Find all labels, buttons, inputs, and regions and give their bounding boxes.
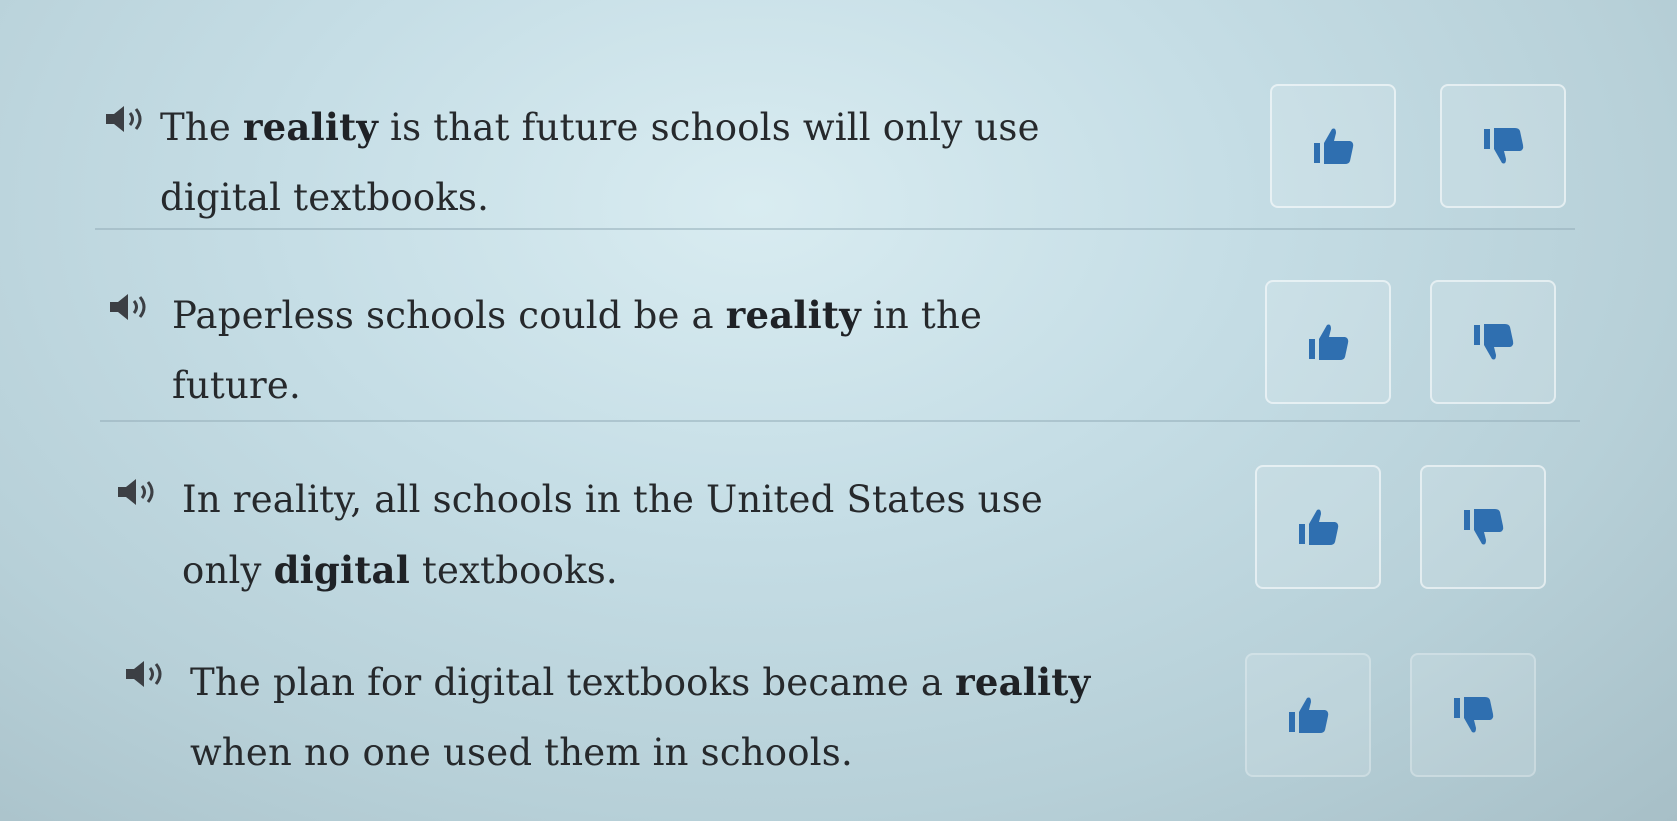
agree-button[interactable] — [1270, 84, 1396, 208]
statement-row-3: In reality, all schools in the United St… — [0, 465, 1677, 635]
disagree-button[interactable] — [1420, 465, 1546, 589]
statement-part: when no one used them in schools. — [190, 731, 853, 774]
statement-part: Paperless schools could be a — [172, 294, 726, 337]
speaker-icon[interactable] — [104, 104, 148, 134]
thumbs-up-icon — [1289, 697, 1329, 733]
thumbs-down-icon — [1474, 324, 1514, 360]
statement-text: The plan for digital textbooks became a … — [190, 647, 1110, 788]
speaker-icon[interactable] — [116, 477, 160, 507]
disagree-button[interactable] — [1430, 280, 1556, 404]
thumbs-up-icon — [1314, 128, 1354, 164]
speaker-icon[interactable] — [108, 292, 152, 322]
statement-text: Paperless schools could be a reality in … — [172, 280, 992, 421]
statement-text: In reality, all schools in the United St… — [182, 465, 1072, 606]
row-divider — [95, 228, 1575, 230]
statement-part: textbooks. — [409, 549, 618, 592]
disagree-button[interactable] — [1410, 653, 1536, 777]
statement-keyword: reality — [955, 660, 1091, 704]
disagree-button[interactable] — [1440, 84, 1566, 208]
statement-keyword: reality — [725, 293, 861, 337]
statement-text: The reality is that future schools will … — [160, 92, 1120, 233]
thumbs-down-icon — [1484, 128, 1524, 164]
speaker-icon[interactable] — [124, 659, 168, 689]
statement-row-2: Paperless schools could be a reality in … — [0, 280, 1677, 450]
statement-row-4: The plan for digital textbooks became a … — [0, 647, 1677, 817]
agree-button[interactable] — [1265, 280, 1391, 404]
thumbs-up-icon — [1309, 324, 1349, 360]
agree-button[interactable] — [1255, 465, 1381, 589]
statement-keyword: digital — [273, 548, 410, 592]
statement-row-1: The reality is that future schools will … — [0, 84, 1677, 262]
thumbs-up-icon — [1299, 509, 1339, 545]
thumbs-down-icon — [1454, 697, 1494, 733]
statement-part: The — [160, 106, 243, 149]
statement-keyword: reality — [242, 105, 379, 149]
row-divider — [100, 420, 1580, 422]
agree-button[interactable] — [1245, 653, 1371, 777]
thumbs-down-icon — [1464, 509, 1504, 545]
statement-part: The plan for digital textbooks became a — [190, 661, 956, 704]
